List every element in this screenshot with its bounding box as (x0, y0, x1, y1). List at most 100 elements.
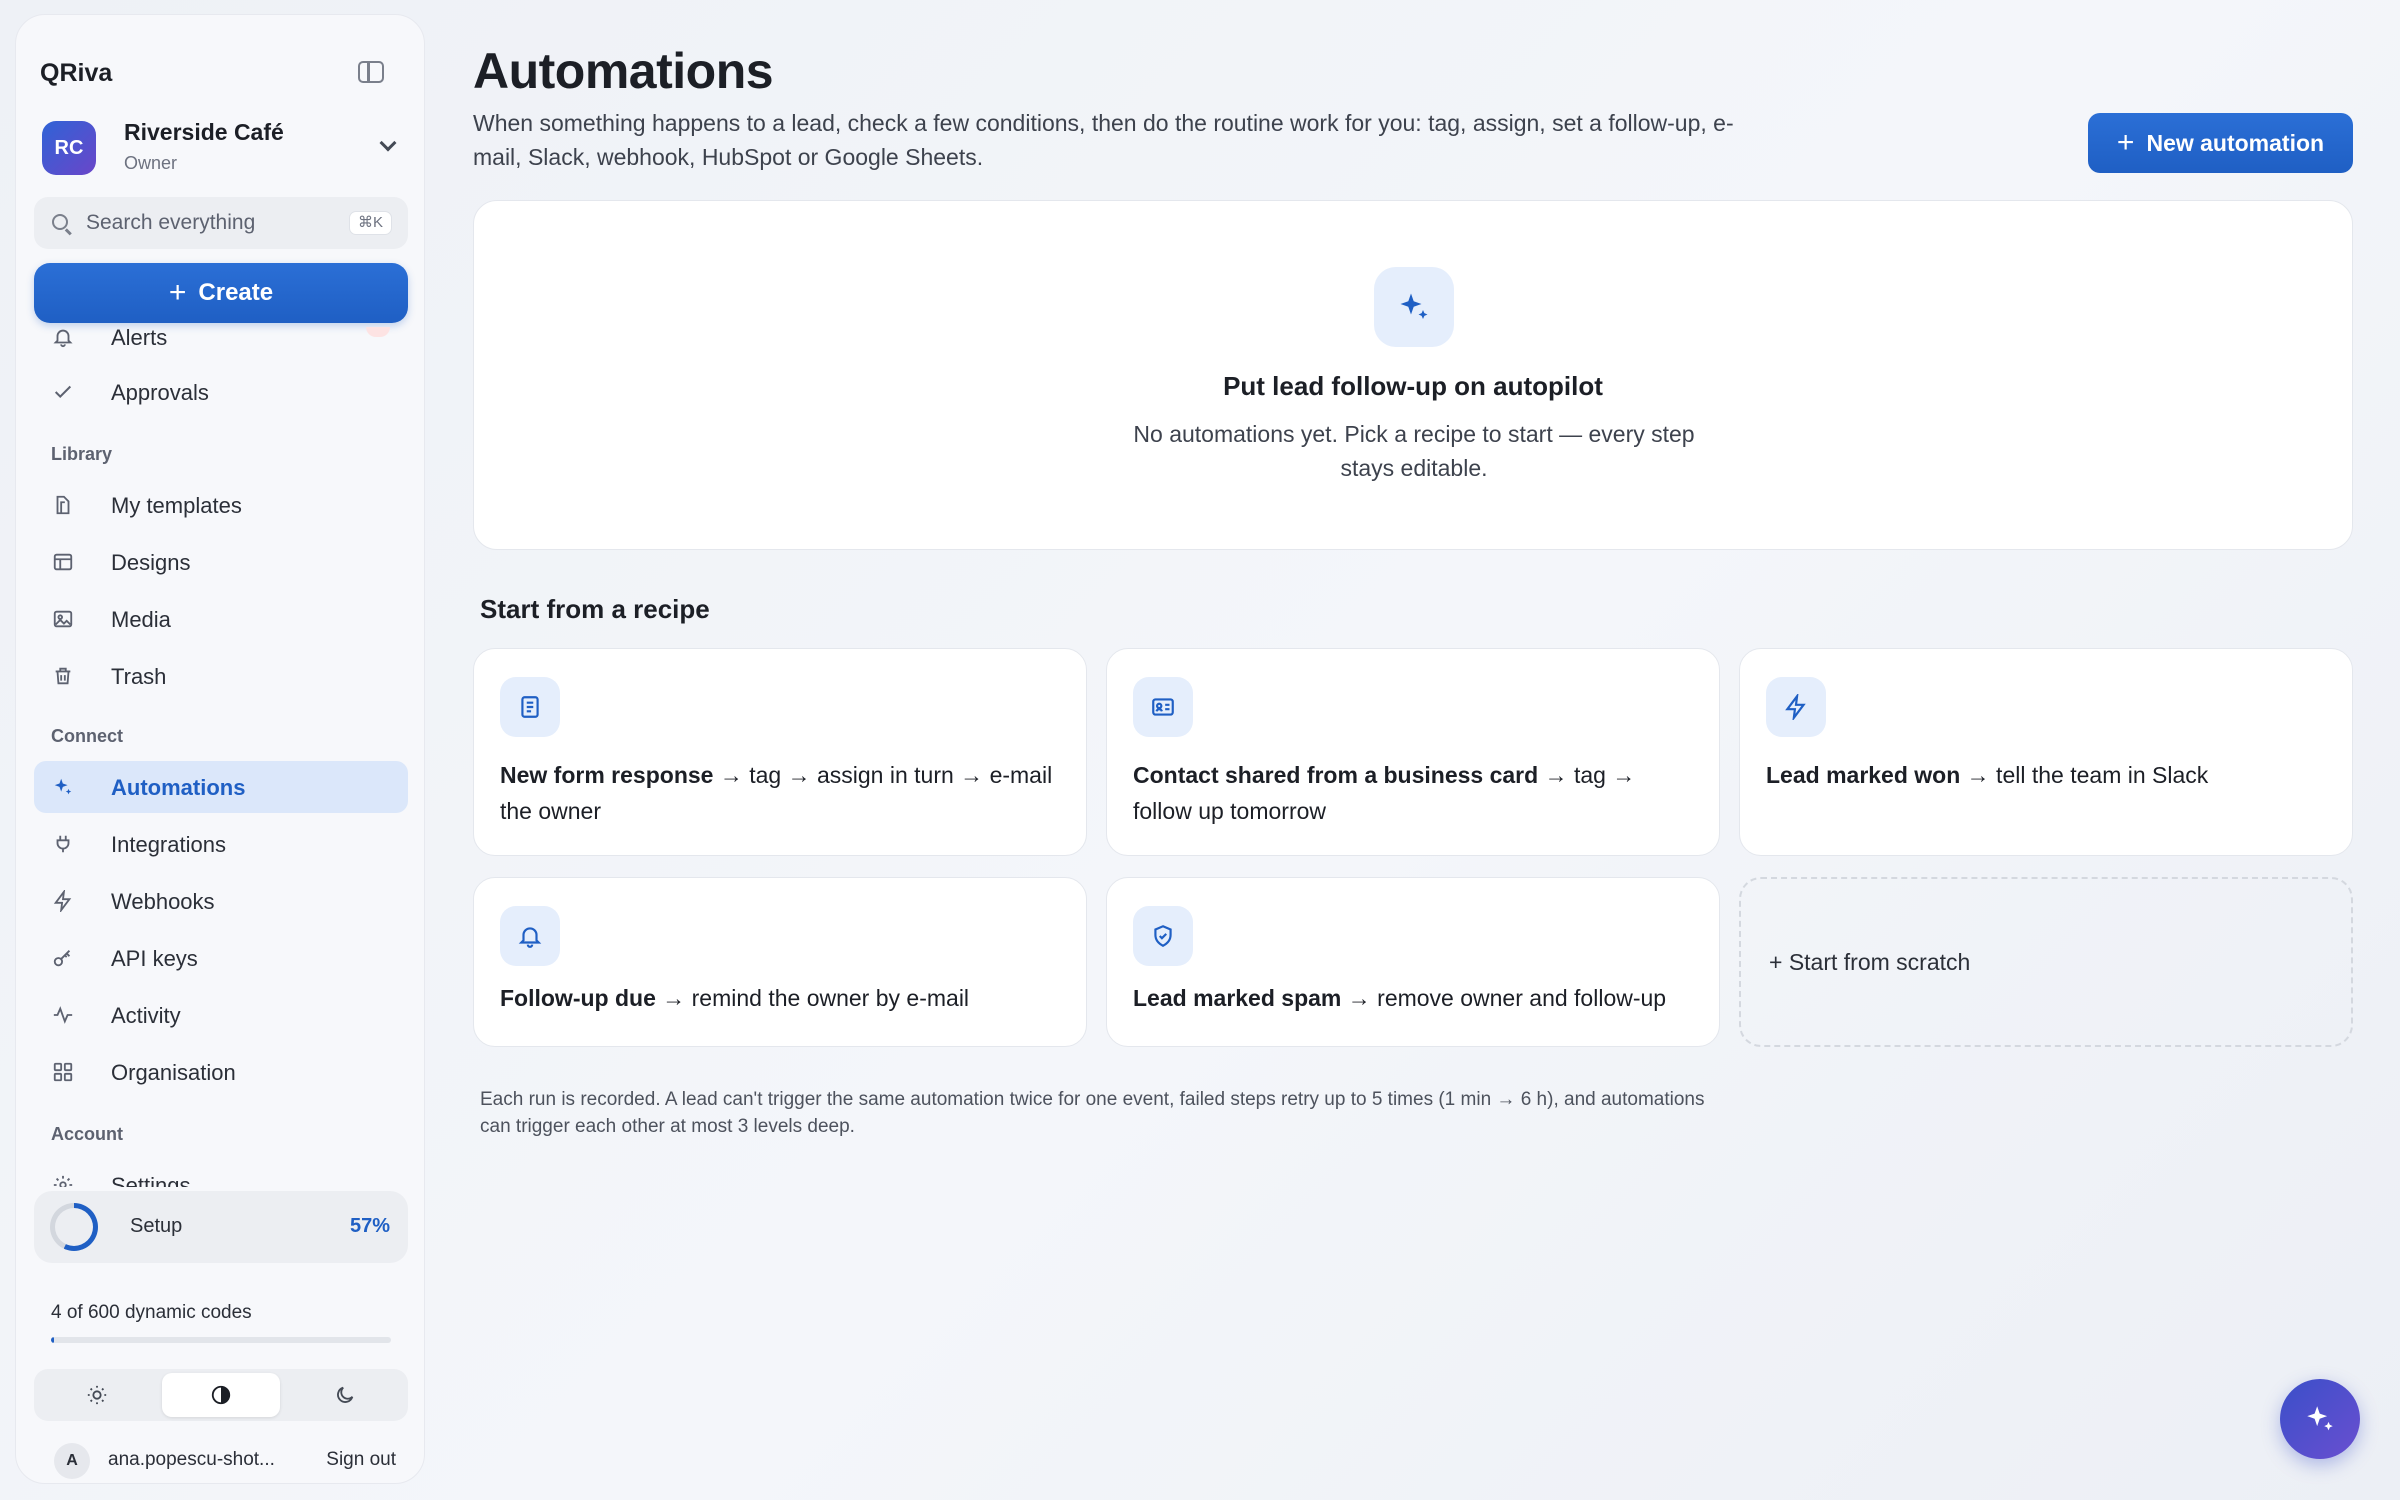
section-connect: Connect (51, 726, 123, 746)
empty-state-text: No automations yet. Pick a recipe to sta… (1133, 421, 1695, 481)
sidebar-item-label: Automations (111, 775, 246, 800)
setup-progress[interactable]: Setup 57% (34, 1191, 408, 1263)
collapse-sidebar-icon[interactable] (358, 61, 384, 83)
grid-icon (52, 1061, 74, 1083)
setup-label: Setup (130, 1215, 183, 1237)
sidebar-item-label: Activity (111, 1003, 181, 1028)
search-placeholder: Search everything (86, 211, 256, 234)
sidebar: QRiva RC Riverside Café Owner Search eve… (15, 14, 425, 1484)
recipe-description: Contact shared from a business card → ta… (1133, 757, 1693, 829)
theme-light-button[interactable] (38, 1373, 156, 1417)
sidebar-item-integrations[interactable]: Integrations (34, 818, 408, 870)
sidebar-item-alerts[interactable]: Alerts (34, 327, 408, 363)
sun-icon (87, 1385, 107, 1405)
activity-icon (52, 1004, 74, 1026)
theme-system-button[interactable] (162, 1373, 280, 1417)
page-title: Automations (473, 43, 774, 99)
template-icon (52, 494, 74, 516)
sidebar-item-trash[interactable]: Trash (34, 650, 408, 702)
form-icon (500, 677, 560, 737)
recipe-card-business-card-contact[interactable]: Contact shared from a business card → ta… (1106, 648, 1720, 856)
bolt-icon (1766, 677, 1826, 737)
sidebar-item-settings[interactable]: Settings (34, 1159, 408, 1187)
shield-check-icon (1133, 906, 1193, 966)
dynamic-codes-label: 4 of 600 dynamic codes (51, 1302, 252, 1323)
sidebar-item-label: Trash (111, 664, 167, 689)
bell-icon (52, 327, 74, 348)
section-library: Library (51, 444, 113, 464)
sidebar-item-organisation[interactable]: Organisation (34, 1046, 408, 1098)
recipe-description: New form response → tag → assign in turn… (500, 757, 1060, 829)
recipe-trigger: Lead marked won (1766, 762, 1961, 788)
image-icon (52, 608, 74, 630)
recipe-trigger: Contact shared from a business card (1133, 762, 1539, 788)
search-shortcut: ⌘K (348, 211, 392, 235)
user-email: ana.popescu-shot... (108, 1449, 275, 1470)
recipe-trigger: New form response (500, 762, 714, 788)
check-icon (52, 381, 74, 403)
sidebar-item-label: Organisation (111, 1060, 236, 1085)
assistant-fab-button[interactable] (2280, 1379, 2360, 1459)
sidebar-item-label: Integrations (111, 832, 226, 857)
sidebar-item-label: Webhooks (111, 889, 215, 914)
plus-icon: + (168, 276, 187, 309)
org-switcher[interactable]: RC Riverside Café Owner (38, 107, 404, 177)
sidebar-item-webhooks[interactable]: Webhooks (34, 875, 408, 927)
section-account: Account (51, 1124, 123, 1144)
dynamic-codes-bar (51, 1337, 391, 1343)
search-icon (52, 214, 68, 230)
avatar[interactable]: A (54, 1443, 90, 1479)
user-row: A ana.popescu-shot... Sign out (38, 1439, 408, 1483)
empty-state-title: Put lead follow-up on autopilot (1223, 371, 1603, 401)
sidebar-item-label: API keys (111, 946, 198, 971)
create-label: Create (198, 279, 274, 306)
sidebar-item-media[interactable]: Media (34, 593, 408, 645)
gear-icon (52, 1174, 74, 1187)
sparkle-icon (1374, 267, 1454, 347)
brand-logo[interactable]: QRiva (40, 59, 112, 88)
sign-out-button[interactable]: Sign out (326, 1449, 396, 1471)
sidebar-item-label: My templates (111, 493, 242, 518)
create-button[interactable]: + Create (34, 263, 408, 323)
chevron-down-icon (379, 134, 397, 152)
recipe-description: Lead marked won → tell the team in Slack (1766, 757, 2326, 793)
search-input[interactable]: Search everything ⌘K (34, 197, 408, 249)
org-role: Owner (124, 153, 178, 173)
contrast-icon (211, 1385, 231, 1405)
run-policy-note: Each run is recorded. A lead can't trigg… (480, 1089, 1705, 1137)
recipe-trigger: Follow-up due (500, 985, 656, 1011)
sidebar-item-label: Approvals (111, 380, 209, 405)
recipe-card-new-form-response[interactable]: New form response → tag → assign in turn… (473, 648, 1087, 856)
recipes-heading: Start from a recipe (480, 594, 710, 624)
contact-card-icon (1133, 677, 1193, 737)
recipe-card-lead-spam[interactable]: Lead marked spam → remove owner and foll… (1106, 877, 1720, 1047)
bolt-icon (52, 890, 74, 912)
page-description: When something happens to a lead, check … (473, 110, 1734, 170)
start-from-scratch-card[interactable]: + Start from scratch (1739, 877, 2353, 1047)
sidebar-item-api-keys[interactable]: API keys (34, 932, 408, 984)
recipe-steps: → remind the owner by e-mail (655, 985, 970, 1011)
sidebar-item-approvals[interactable]: Approvals (34, 366, 408, 418)
recipe-steps: → remove owner and follow-up (1341, 985, 1667, 1011)
sidebar-item-label: Designs (111, 550, 191, 575)
recipe-card-lead-won[interactable]: Lead marked won → tell the team in Slack (1739, 648, 2353, 856)
new-automation-label: New automation (2146, 129, 2325, 156)
theme-dark-button[interactable] (286, 1373, 404, 1417)
sidebar-item-activity[interactable]: Activity (34, 989, 408, 1041)
setup-percent: 57% (349, 1215, 390, 1237)
sidebar-item-label: Media (111, 607, 171, 632)
alerts-badge (366, 327, 390, 337)
sidebar-item-my-templates[interactable]: My templates (34, 479, 408, 531)
new-automation-button[interactable]: + New automation (2088, 113, 2353, 173)
org-avatar: RC (42, 121, 96, 175)
recipe-card-follow-up-due[interactable]: Follow-up due → remind the owner by e-ma… (473, 877, 1087, 1047)
sidebar-item-label: Alerts (111, 327, 168, 350)
sparkle-icon (2307, 1406, 2333, 1431)
key-icon (52, 947, 74, 969)
bell-icon (500, 906, 560, 966)
recipe-steps: → tell the team in Slack (1960, 762, 2209, 788)
sidebar-item-designs[interactable]: Designs (34, 536, 408, 588)
recipe-description: Lead marked spam → remove owner and foll… (1133, 980, 1693, 1016)
sidebar-nav[interactable]: Alerts Approvals Library My templates De… (16, 327, 424, 1187)
sidebar-item-automations[interactable]: Automations (34, 761, 408, 813)
